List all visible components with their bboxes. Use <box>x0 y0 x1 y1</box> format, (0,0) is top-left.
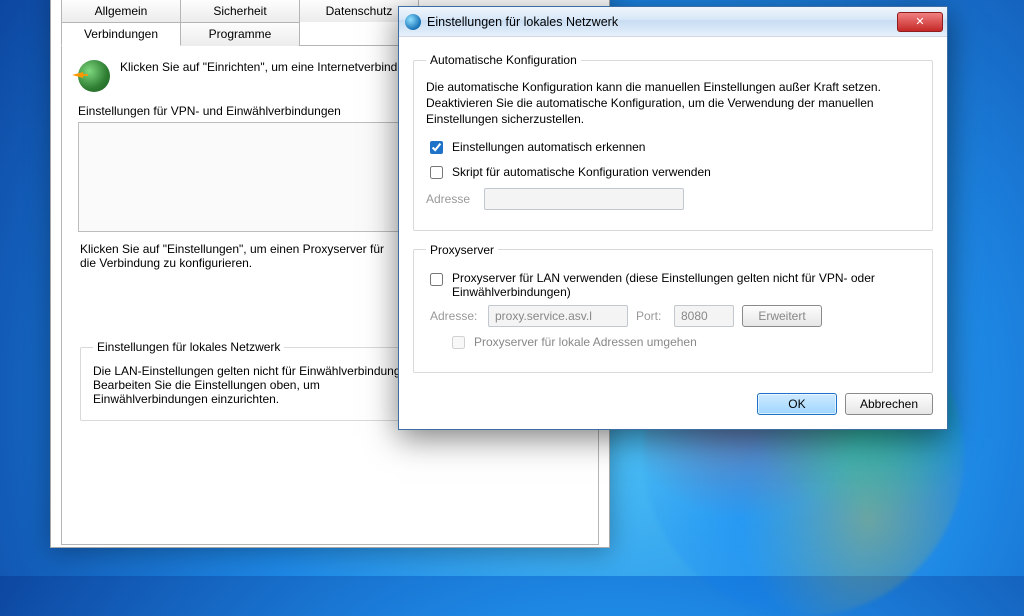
proxy-addr-row: Adresse: Port: Erweitert <box>430 305 920 327</box>
script-address-row: Adresse <box>426 188 920 210</box>
dialog-actions: OK Abbrechen <box>413 385 933 415</box>
lan-settings-dialog: Einstellungen für lokales Netzwerk ✕ Aut… <box>398 6 948 430</box>
dialog-titlebar[interactable]: Einstellungen für lokales Netzwerk ✕ <box>399 7 947 37</box>
tab-allgemein[interactable]: Allgemein <box>61 0 181 22</box>
tab-sicherheit[interactable]: Sicherheit <box>180 0 300 22</box>
use-script-checkbox[interactable] <box>430 166 443 179</box>
dialog-body: Automatische Konfiguration Die automatis… <box>399 37 947 429</box>
auto-config-group: Automatische Konfiguration Die automatis… <box>413 53 933 231</box>
tab-verbindungen[interactable]: Verbindungen <box>61 22 181 46</box>
network-icon <box>405 14 421 30</box>
auto-detect-label: Einstellungen automatisch erkennen <box>452 140 645 154</box>
use-script-row[interactable]: Skript für automatische Konfiguration ve… <box>426 163 920 182</box>
proxy-port-label: Port: <box>636 309 666 323</box>
proxy-group-legend: Proxyserver <box>426 243 498 257</box>
ok-button[interactable]: OK <box>757 393 837 415</box>
use-proxy-checkbox[interactable] <box>430 273 443 286</box>
lan-help-text: Die LAN-Einstellungen gelten nicht für E… <box>93 364 426 406</box>
cancel-button[interactable]: Abbrechen <box>845 393 933 415</box>
tab-programme[interactable]: Programme <box>180 22 300 46</box>
script-address-label: Adresse <box>426 192 476 206</box>
auto-config-legend: Automatische Konfiguration <box>426 53 581 67</box>
auto-detect-row[interactable]: Einstellungen automatisch erkennen <box>426 138 920 157</box>
proxy-address-label: Adresse: <box>430 309 480 323</box>
close-button[interactable]: ✕ <box>897 12 943 32</box>
bypass-local-row[interactable]: Proxyserver für lokale Adressen umgehen <box>448 333 920 352</box>
close-icon: ✕ <box>915 15 924 28</box>
globe-setup-icon <box>78 60 110 92</box>
dialog-title: Einstellungen für lokales Netzwerk <box>427 15 897 29</box>
use-script-label: Skript für automatische Konfiguration ve… <box>452 165 711 179</box>
use-proxy-label: Proxyserver für LAN verwenden (diese Ein… <box>452 271 920 299</box>
bypass-local-label: Proxyserver für lokale Adressen umgehen <box>474 335 697 349</box>
proxy-advanced-button[interactable]: Erweitert <box>742 305 822 327</box>
bypass-local-checkbox[interactable] <box>452 336 465 349</box>
auto-detect-checkbox[interactable] <box>430 141 443 154</box>
lan-section-legend: Einstellungen für lokales Netzwerk <box>93 340 284 354</box>
proxy-port-input[interactable] <box>674 305 734 327</box>
script-address-input[interactable] <box>484 188 684 210</box>
proxy-hint-text: Klicken Sie auf "Einstellungen", um eine… <box>80 242 400 270</box>
auto-config-desc: Die automatische Konfiguration kann die … <box>426 79 920 128</box>
proxy-group: Proxyserver Proxyserver für LAN verwende… <box>413 243 933 373</box>
use-proxy-row[interactable]: Proxyserver für LAN verwenden (diese Ein… <box>426 271 920 299</box>
proxy-address-input[interactable] <box>488 305 628 327</box>
